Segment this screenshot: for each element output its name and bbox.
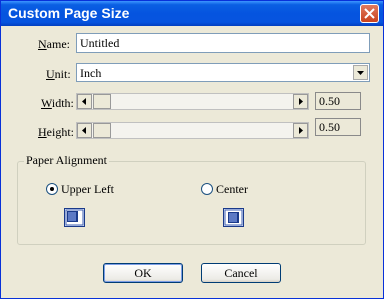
cancel-button[interactable]: Cancel: [201, 263, 281, 283]
paper-alignment-group: [17, 161, 366, 245]
center-label[interactable]: Center: [216, 182, 248, 197]
width-scroll-thumb[interactable]: [93, 94, 111, 109]
paper-alignment-label: Paper Alignment: [24, 153, 109, 168]
arrow-left-icon: [82, 98, 86, 105]
height-scroll-thumb[interactable]: [93, 123, 111, 138]
upper-left-label[interactable]: Upper Left: [61, 182, 114, 197]
custom-page-size-dialog: Custom Page Size Name: Untitled Unit: In…: [0, 0, 384, 299]
arrow-right-icon: [299, 127, 303, 134]
height-scroll-right-button[interactable]: [293, 123, 308, 138]
unit-select[interactable]: Inch: [76, 63, 370, 82]
width-scroll-right-button[interactable]: [293, 94, 308, 109]
arrow-right-icon: [299, 98, 303, 105]
unit-label: Unit:: [46, 67, 71, 81]
unit-select-value: Inch: [80, 66, 102, 80]
name-field[interactable]: Untitled: [76, 33, 370, 53]
arrow-left-icon: [82, 127, 86, 134]
page-center-icon: [223, 208, 244, 227]
chevron-down-icon: [357, 71, 364, 75]
height-scroll-left-button[interactable]: [77, 123, 92, 138]
title-bar[interactable]: Custom Page Size: [1, 1, 383, 26]
height-value: 0.50: [315, 118, 361, 136]
width-label: Width:: [41, 96, 74, 110]
center-radio[interactable]: [201, 183, 213, 195]
width-value: 0.50: [315, 92, 361, 110]
page-upper-left-icon: [64, 208, 85, 227]
unit-dropdown-button[interactable]: [353, 65, 368, 80]
upper-left-radio[interactable]: [46, 183, 58, 195]
height-scrollbar[interactable]: [76, 122, 309, 139]
ok-button[interactable]: OK: [103, 263, 183, 283]
dialog-title: Custom Page Size: [8, 5, 130, 21]
close-icon: [364, 8, 375, 19]
width-scroll-left-button[interactable]: [77, 94, 92, 109]
close-button[interactable]: [360, 4, 379, 23]
height-label: Height:: [38, 125, 74, 139]
name-label: Name:: [38, 37, 70, 51]
width-scrollbar[interactable]: [76, 93, 309, 110]
